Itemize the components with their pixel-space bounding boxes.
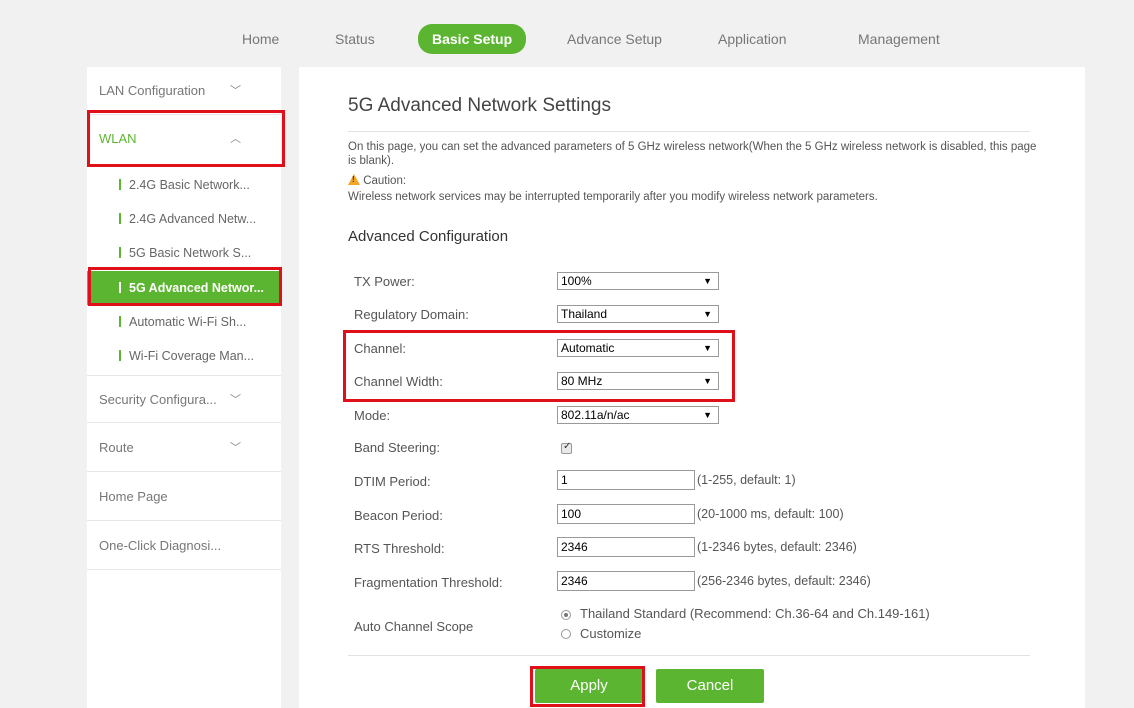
page-description: On this page, you can set the advanced p… bbox=[348, 141, 1037, 167]
rts-input[interactable]: 2346 bbox=[557, 537, 695, 557]
chevron-down-icon: ﹀ bbox=[230, 442, 241, 454]
scope-standard-radio[interactable] bbox=[561, 610, 571, 620]
column-gap bbox=[281, 60, 299, 708]
tx-power-value: 100% bbox=[561, 274, 592, 288]
sidebar-item-label: Home Page bbox=[99, 489, 168, 504]
top-nav: Home Status Basic Setup Advance Setup Ap… bbox=[0, 0, 1134, 60]
sidebar-subitem-coverage[interactable]: Wi-Fi Coverage Man... bbox=[87, 339, 281, 373]
sub-marker bbox=[119, 350, 121, 361]
sidebar-item-home-page[interactable]: Home Page bbox=[87, 473, 281, 521]
sidebar-subitem-label: Automatic Wi-Fi Sh... bbox=[129, 315, 247, 329]
sub-marker bbox=[119, 282, 121, 293]
page-frame-left bbox=[0, 60, 87, 708]
tx-power-label: TX Power: bbox=[354, 274, 415, 289]
page-frame-right bbox=[1085, 60, 1134, 708]
mode-value: 802.11a/n/ac bbox=[561, 408, 630, 422]
dtim-label: DTIM Period: bbox=[354, 474, 431, 489]
divider bbox=[348, 131, 1030, 132]
sidebar-item-wlan[interactable]: WLAN ︿ bbox=[87, 115, 281, 163]
regulatory-domain-value: Thailand bbox=[561, 307, 608, 321]
sidebar-subitem-label: 2.4G Advanced Netw... bbox=[129, 212, 257, 226]
section-title: Advanced Configuration bbox=[348, 228, 509, 245]
sidebar-item-diagnosis[interactable]: One-Click Diagnosi... bbox=[87, 522, 281, 570]
scope-standard-label: Thailand Standard (Recommend: Ch.36-64 a… bbox=[580, 606, 930, 621]
sidebar-subitem-24g-basic[interactable]: 2.4G Basic Network... bbox=[87, 168, 281, 202]
apply-button[interactable]: Apply bbox=[535, 669, 643, 703]
sidebar-item-security[interactable]: Security Configura... ﹀ bbox=[87, 375, 281, 423]
dropdown-arrow-icon: ▼ bbox=[703, 309, 712, 319]
scope-customize-radio[interactable] bbox=[561, 629, 571, 639]
warning-icon bbox=[348, 174, 360, 185]
sidebar-item-route[interactable]: Route ﹀ bbox=[87, 424, 281, 472]
sidebar-subitem-label: Wi-Fi Coverage Man... bbox=[129, 349, 255, 363]
chevron-down-icon: ﹀ bbox=[230, 85, 241, 97]
sidebar-item-label: Security Configura... bbox=[99, 392, 217, 407]
main-panel: 5G Advanced Network Settings On this pag… bbox=[299, 67, 1085, 708]
page-title: 5G Advanced Network Settings bbox=[348, 95, 611, 116]
rts-hint: (1-2346 bytes, default: 2346) bbox=[697, 540, 857, 554]
dtim-input[interactable]: 1 bbox=[557, 470, 695, 490]
dropdown-arrow-icon: ▼ bbox=[703, 376, 712, 386]
dtim-hint: (1-255, default: 1) bbox=[697, 473, 796, 487]
sidebar-subitem-auto-wifi[interactable]: Automatic Wi-Fi Sh... bbox=[87, 305, 281, 339]
nav-management[interactable]: Management bbox=[858, 24, 940, 54]
nav-advance-setup[interactable]: Advance Setup bbox=[567, 24, 662, 54]
sub-marker bbox=[119, 179, 121, 190]
sidebar-subitem-5g-basic[interactable]: 5G Basic Network S... bbox=[87, 236, 281, 270]
dropdown-arrow-icon: ▼ bbox=[703, 343, 712, 353]
mode-select[interactable]: 802.11a/n/ac ▼ bbox=[557, 406, 719, 424]
sidebar-item-lan[interactable]: LAN Configuration ﹀ bbox=[87, 67, 281, 115]
fragmentation-label: Fragmentation Threshold: bbox=[354, 575, 503, 590]
beacon-label: Beacon Period: bbox=[354, 508, 443, 523]
auto-channel-scope-label: Auto Channel Scope bbox=[354, 619, 474, 634]
caution-label: Caution: bbox=[363, 175, 407, 187]
top-gap bbox=[87, 60, 1085, 67]
channel-width-value: 80 MHz bbox=[561, 374, 603, 388]
chevron-down-icon: ﹀ bbox=[230, 394, 241, 406]
dropdown-arrow-icon: ▼ bbox=[703, 410, 712, 420]
regulatory-domain-label: Regulatory Domain: bbox=[354, 307, 469, 322]
sidebar-subitem-5g-advanced[interactable]: 5G Advanced Networ... bbox=[87, 271, 281, 305]
cancel-button[interactable]: Cancel bbox=[656, 669, 764, 703]
rts-label: RTS Threshold: bbox=[354, 541, 445, 556]
sidebar-item-label: WLAN bbox=[99, 131, 137, 146]
channel-label: Channel: bbox=[354, 341, 407, 356]
channel-width-label: Channel Width: bbox=[354, 374, 443, 389]
sidebar-item-label: LAN Configuration bbox=[99, 83, 206, 98]
scope-customize-label: Customize bbox=[580, 626, 642, 641]
band-steering-checkbox[interactable] bbox=[561, 441, 572, 454]
tx-power-select[interactable]: 100% ▼ bbox=[557, 272, 719, 290]
sidebar-subitem-label: 2.4G Basic Network... bbox=[129, 178, 250, 192]
dropdown-arrow-icon: ▼ bbox=[703, 276, 712, 286]
sidebar-item-label: Route bbox=[99, 440, 134, 455]
beacon-hint: (20-1000 ms, default: 100) bbox=[697, 507, 844, 521]
channel-value: Automatic bbox=[561, 341, 615, 355]
nav-application[interactable]: Application bbox=[718, 24, 787, 54]
sidebar-subitem-label: 5G Advanced Networ... bbox=[129, 281, 264, 295]
divider bbox=[348, 655, 1030, 656]
sidebar-subitem-label: 5G Basic Network S... bbox=[129, 246, 252, 260]
nav-home[interactable]: Home bbox=[242, 24, 279, 54]
channel-select[interactable]: Automatic ▼ bbox=[557, 339, 719, 357]
fragmentation-input[interactable]: 2346 bbox=[557, 571, 695, 591]
band-steering-label: Band Steering: bbox=[354, 440, 441, 455]
beacon-input[interactable]: 100 bbox=[557, 504, 695, 524]
channel-width-select[interactable]: 80 MHz ▼ bbox=[557, 372, 719, 390]
nav-basic-setup[interactable]: Basic Setup bbox=[418, 24, 527, 54]
regulatory-domain-select[interactable]: Thailand ▼ bbox=[557, 305, 719, 323]
mode-label: Mode: bbox=[354, 408, 391, 423]
nav-status[interactable]: Status bbox=[335, 24, 375, 54]
sidebar-subitem-24g-advanced[interactable]: 2.4G Advanced Netw... bbox=[87, 202, 281, 236]
fragmentation-hint: (256-2346 bytes, default: 2346) bbox=[697, 574, 871, 588]
sub-marker bbox=[119, 247, 121, 258]
sidebar-item-label: One-Click Diagnosi... bbox=[99, 538, 222, 553]
sidebar: LAN Configuration ﹀ WLAN ︿ 2.4G Basic Ne… bbox=[87, 67, 281, 708]
chevron-up-icon: ︿ bbox=[230, 133, 241, 145]
caution-line: Caution: bbox=[348, 174, 406, 187]
warning-text: Wireless network services may be interru… bbox=[348, 191, 878, 203]
sub-marker bbox=[119, 213, 121, 224]
sub-marker bbox=[119, 316, 121, 327]
